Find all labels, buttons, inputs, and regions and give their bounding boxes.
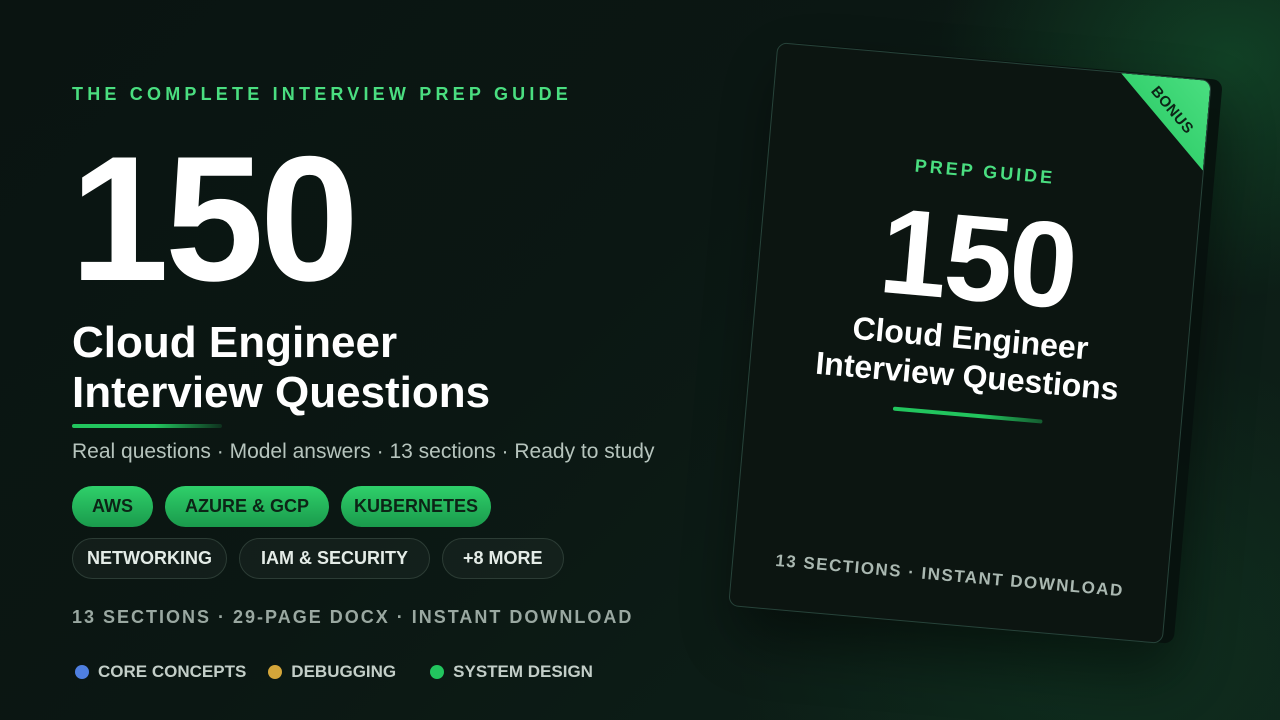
hero-title: Cloud Engineer Interview Questions xyxy=(72,318,490,418)
book-accent-bar xyxy=(892,406,1043,424)
legend-label: CORE CONCEPTS xyxy=(98,662,247,681)
hero-subtitle: Real questions · Model answers · 13 sect… xyxy=(72,440,655,463)
legend-dot-blue xyxy=(75,665,89,679)
title-accent-bar xyxy=(72,424,222,428)
legend-label: DEBUGGING xyxy=(291,662,397,681)
chip-azure-gcp: AZURE & GCP xyxy=(165,486,330,527)
chip-networking: NETWORKING xyxy=(72,538,227,579)
legend-item-core-concepts: CORE CONCEPTS xyxy=(75,662,246,682)
legend-label: SYSTEM DESIGN xyxy=(453,662,593,681)
legend-dot-amber xyxy=(268,665,283,679)
hero-title-line-1: Cloud Engineer xyxy=(72,318,398,367)
chip-more: +8 MORE xyxy=(442,538,564,579)
legend-item-system-design: SYSTEM DESIGN xyxy=(430,662,593,682)
chip-kubernetes: KUBERNETES xyxy=(341,486,492,527)
hero-title-line-2: Interview Questions xyxy=(72,368,491,417)
product-meta-line: 13 SECTIONS · 29-PAGE DOCX · INSTANT DOW… xyxy=(72,607,634,627)
book-cover: BONUS PREP GUIDE 150 Cloud Engineer Inte… xyxy=(728,42,1212,644)
hero-eyebrow: THE COMPLETE INTERVIEW PREP GUIDE xyxy=(72,84,572,104)
category-legend: CORE CONCEPTS DEBUGGING SYSTEM DESIGN xyxy=(75,662,615,682)
chip-iam-security: IAM & SECURITY xyxy=(239,538,431,579)
primary-topic-chips: AWS AZURE & GCP KUBERNETES xyxy=(72,486,492,527)
legend-dot-green xyxy=(430,665,445,679)
chip-aws: AWS xyxy=(72,486,154,527)
book-footer: 13 SECTIONS · INSTANT DOWNLOAD xyxy=(774,550,1125,601)
hero-number: 150 xyxy=(70,119,359,318)
secondary-topic-chips: NETWORKING IAM & SECURITY +8 MORE xyxy=(72,538,564,579)
legend-item-debugging: DEBUGGING xyxy=(268,662,396,682)
